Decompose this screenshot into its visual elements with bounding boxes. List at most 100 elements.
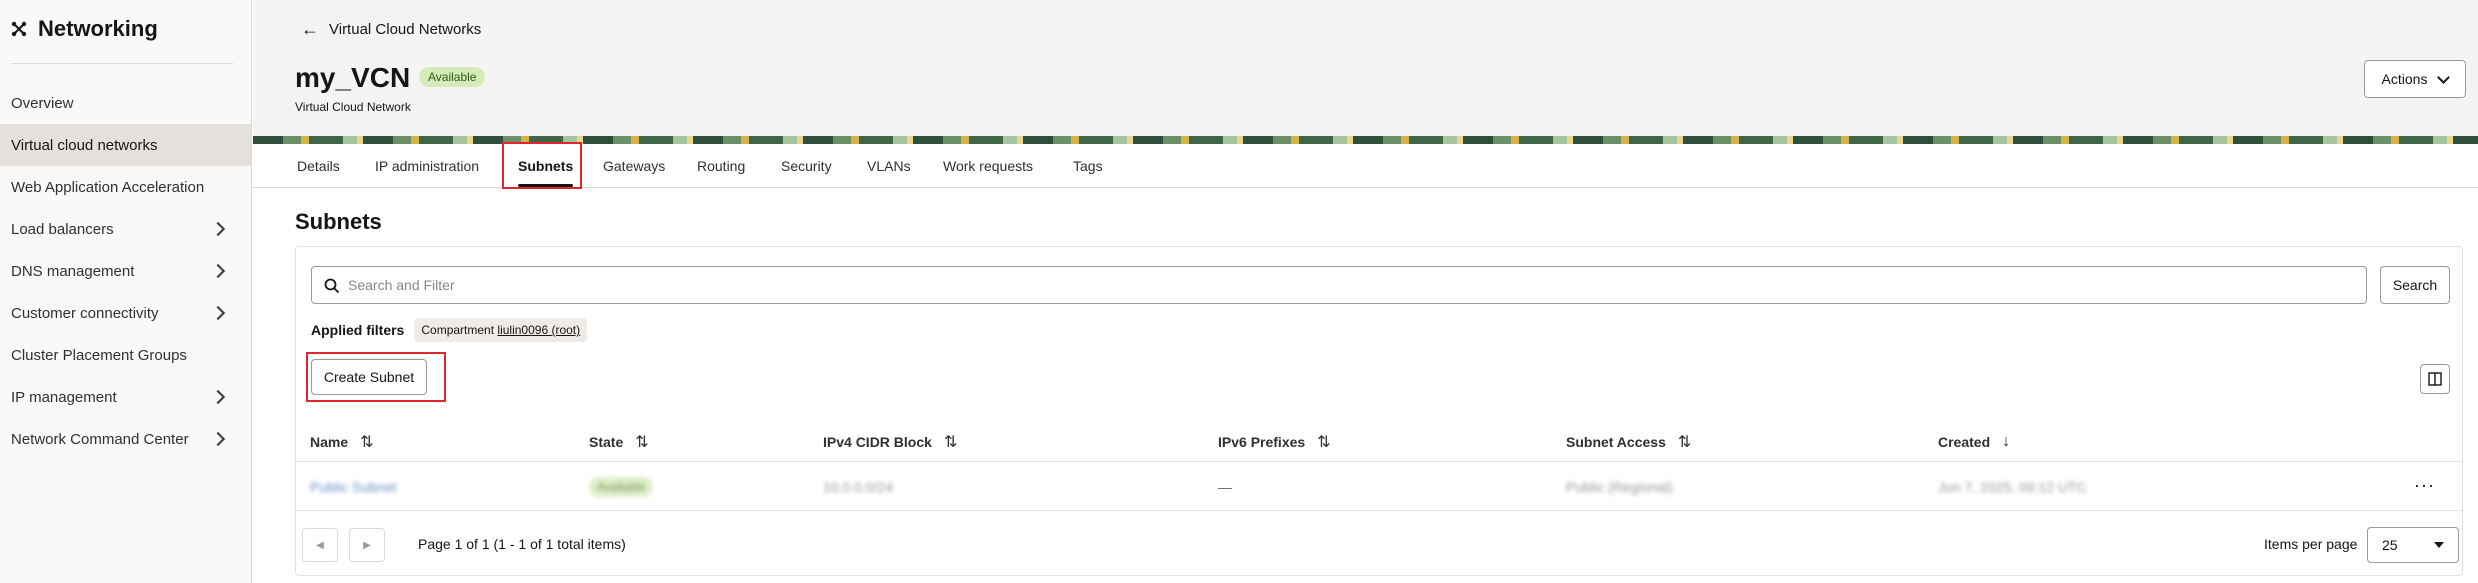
items-per-page-value: 25	[2382, 537, 2398, 553]
ipv6-value: —	[1218, 479, 1232, 495]
sidebar-item-virtual-cloud-networks[interactable]: Virtual cloud networks	[0, 124, 251, 166]
caret-down-icon	[2434, 542, 2444, 548]
sidebar-item-label: Web Application Acceleration	[11, 178, 205, 196]
sidebar-item-dns-management[interactable]: DNS management	[0, 250, 251, 292]
chevron-right-icon	[210, 221, 226, 237]
tab-security[interactable]: Security	[781, 144, 832, 187]
sidebar-item-label: Cluster Placement Groups	[11, 346, 187, 364]
search-icon	[324, 278, 340, 294]
back-link[interactable]: ← Virtual Cloud Networks	[301, 20, 481, 38]
tab-subnets[interactable]: Subnets	[518, 144, 574, 187]
status-badge: Available	[419, 67, 486, 87]
created-value: Jun 7, 2025, 09:12 UTC	[1938, 479, 2087, 495]
table-header: Name ⇅ State ⇅ IPv4 CIDR Block ⇅ IPv6 Pr…	[296, 422, 2462, 462]
cell-created: Jun 7, 2025, 09:12 UTC	[1938, 463, 2087, 511]
search-input[interactable]: Search and Filter	[311, 266, 2367, 304]
column-label: IPv4 CIDR Block	[823, 434, 932, 450]
tab-vlans[interactable]: VLANs	[867, 144, 911, 187]
cell-ipv4: 10.0.0.0/24	[823, 463, 893, 511]
sidebar-item-cluster-placement-groups[interactable]: Cluster Placement Groups	[0, 334, 251, 376]
applied-filters-label: Applied filters	[311, 322, 405, 338]
items-per-page-label: Items per page	[2264, 536, 2358, 552]
previous-page-button[interactable]: ◀	[302, 528, 338, 562]
sidebar-item-label: Overview	[11, 94, 74, 112]
tab-details[interactable]: Details	[297, 144, 340, 187]
pagination-status: Page 1 of 1 (1 - 1 of 1 total items)	[418, 536, 626, 552]
section-title: Subnets	[295, 209, 382, 234]
subnet-access-value: Public (Regional)	[1566, 479, 1673, 495]
create-subnet-button[interactable]: Create Subnet	[311, 359, 427, 395]
decorative-banner	[253, 136, 2478, 144]
sidebar-item-network-command-center[interactable]: Network Command Center	[0, 418, 251, 460]
tab-label: Routing	[697, 157, 746, 174]
sort-icon: ⇅	[1317, 434, 1331, 451]
cell-name[interactable]: Public Subnet	[310, 463, 396, 511]
column-label: IPv6 Prefixes	[1218, 434, 1306, 450]
pagination: ◀ ▶ Page 1 of 1 (1 - 1 of 1 total items)…	[296, 512, 2462, 575]
tab-tags[interactable]: Tags	[1073, 144, 1103, 187]
sidebar-item-customer-connectivity[interactable]: Customer connectivity	[0, 292, 251, 334]
filter-chip-key: Compartment	[421, 323, 495, 337]
column-label: Name	[310, 434, 349, 450]
search-placeholder: Search and Filter	[348, 277, 455, 293]
app-title: Networking	[38, 16, 158, 41]
sidebar-item-web-application-acceleration[interactable]: Web Application Acceleration	[0, 166, 251, 208]
page-subtitle: Virtual Cloud Network	[295, 100, 411, 114]
tab-label: Security	[781, 157, 832, 174]
page-title: my_VCN	[295, 62, 411, 93]
active-tab-indicator	[518, 184, 574, 187]
sidebar-item-label: Virtual cloud networks	[11, 136, 158, 154]
filter-chip-value[interactable]: liulin0096 (root)	[497, 323, 580, 337]
chevron-right-icon: ▶	[363, 539, 371, 551]
sidebar-item-label: DNS management	[11, 262, 135, 280]
column-header-subnet-access[interactable]: Subnet Access ⇅	[1566, 422, 1691, 462]
column-header-ipv6-prefixes[interactable]: IPv6 Prefixes ⇅	[1218, 422, 1331, 462]
column-header-state[interactable]: State ⇅	[589, 422, 649, 462]
cell-ipv6: —	[1218, 463, 1232, 511]
page-header: ← Virtual Cloud Networks my_VCN Availabl…	[253, 0, 2478, 136]
sidebar-item-ip-management[interactable]: IP management	[0, 376, 251, 418]
column-label: State	[589, 434, 624, 450]
subnets-panel: Search and Filter Search Applied filters…	[295, 246, 2463, 576]
tab-gateways[interactable]: Gateways	[603, 144, 665, 187]
networking-icon	[11, 21, 27, 37]
chevron-down-icon	[2437, 70, 2451, 84]
row-actions-menu-icon[interactable]: ···	[2414, 475, 2435, 496]
items-per-page-select[interactable]: 25	[2367, 527, 2459, 563]
tab-ip-administration[interactable]: IP administration	[375, 144, 479, 187]
tab-label: VLANs	[867, 157, 911, 174]
sidebar-item-label: Network Command Center	[11, 430, 189, 448]
tab-bar: Details IP administration Subnets Gatewa…	[253, 144, 2478, 188]
actions-label: Actions	[2381, 71, 2428, 87]
column-header-name[interactable]: Name ⇅	[310, 422, 374, 462]
search-button[interactable]: Search	[2380, 266, 2450, 304]
chevron-right-icon	[210, 431, 226, 447]
manage-columns-button[interactable]	[2420, 364, 2450, 394]
tab-routing[interactable]: Routing	[697, 144, 745, 187]
applied-filters: Applied filters Compartment liulin0096 (…	[311, 318, 588, 342]
chevron-left-icon: ◀	[316, 539, 324, 551]
sort-icon: ⇅	[943, 434, 958, 451]
subnet-name-link[interactable]: Public Subnet	[310, 479, 396, 495]
sort-icon: ⇅	[360, 434, 374, 451]
sidebar-item-label: Customer connectivity	[11, 304, 159, 322]
chevron-right-icon	[210, 263, 226, 279]
column-header-ipv4-cidr-block[interactable]: IPv4 CIDR Block ⇅	[823, 422, 957, 462]
chevron-right-icon	[210, 305, 226, 321]
brand[interactable]: Networking	[10, 16, 158, 42]
column-header-created[interactable]: Created ↓	[1938, 422, 2010, 462]
actions-button[interactable]: Actions	[2364, 60, 2466, 98]
tab-label: IP administration	[375, 157, 480, 174]
next-page-button[interactable]: ▶	[349, 528, 385, 562]
tab-label: Tags	[1073, 157, 1103, 174]
tab-label: Details	[297, 157, 340, 174]
column-label: Subnet Access	[1566, 434, 1666, 450]
filter-chip-compartment[interactable]: Compartment liulin0096 (root)	[414, 318, 588, 342]
sidebar-item-overview[interactable]: Overview	[0, 82, 251, 124]
sidebar-item-label: IP management	[11, 388, 117, 406]
sidebar-nav: Overview Virtual cloud networks Web Appl…	[0, 82, 251, 460]
sidebar-item-load-balancers[interactable]: Load balancers	[0, 208, 251, 250]
sort-icon: ⇅	[635, 434, 649, 451]
table-row: Public Subnet Available 10.0.0.0/24 — Pu…	[296, 463, 2462, 511]
tab-work-requests[interactable]: Work requests	[943, 144, 1033, 187]
